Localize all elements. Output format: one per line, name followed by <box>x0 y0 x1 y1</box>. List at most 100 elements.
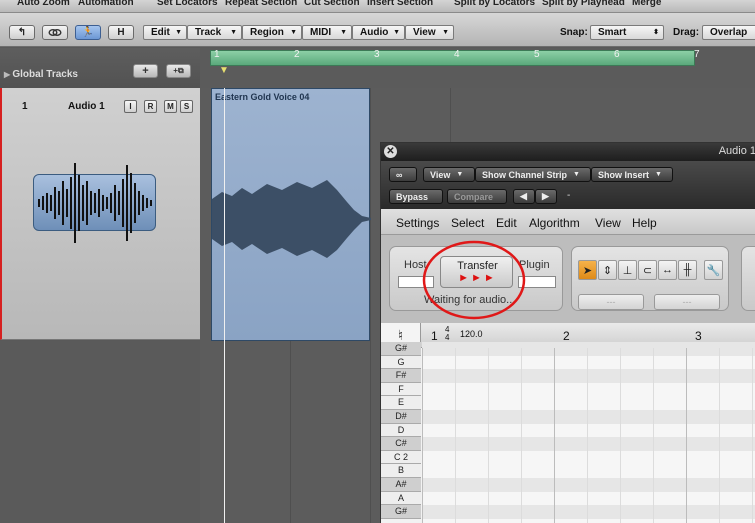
piano-keyboard[interactable]: G# G F# F E D# D C# C 2 B A# A G# <box>381 342 421 523</box>
separation-icon: ╫ <box>683 264 692 276</box>
key-f-sharp[interactable]: F# <box>381 369 421 383</box>
cycle-region[interactable] <box>210 50 695 66</box>
close-button[interactable]: ✕ <box>384 145 397 158</box>
add-track-button[interactable]: + <box>133 64 158 78</box>
global-tracks-header[interactable]: ▶ Global Tracks + +⧉ <box>0 48 200 88</box>
grid-row <box>422 437 755 451</box>
menu-select[interactable]: Select <box>451 216 484 230</box>
ruler-bar-6: 6 <box>614 49 620 60</box>
track-menu[interactable]: Track ▼ <box>187 25 242 40</box>
set-locators-command[interactable]: Set Locators <box>157 0 218 8</box>
menu-help[interactable]: Help <box>632 216 657 230</box>
track-name[interactable]: Audio 1 <box>68 101 105 112</box>
link-button[interactable] <box>42 25 68 40</box>
grid-row <box>422 505 755 519</box>
track-header-audio-1[interactable]: 1 Audio 1 I R M S <box>0 88 200 340</box>
menu-algorithm[interactable]: Algorithm <box>529 216 580 230</box>
amplitude-icon: ⊂ <box>642 264 653 277</box>
input-monitor-button[interactable]: I <box>124 100 137 113</box>
piano-roll-editor[interactable]: ♮ 1 44 120.0 2 3 G# G F# F E D# D C# C 2… <box>381 323 755 523</box>
key-d-sharp[interactable]: D# <box>381 410 421 424</box>
bar-ruler[interactable]: 1 2 3 4 5 6 7 ▼ <box>200 48 755 88</box>
timing-tool-button[interactable]: ↔ <box>658 260 677 280</box>
solo-button[interactable]: S <box>180 100 193 113</box>
snap-label: Snap: <box>560 27 588 38</box>
next-preset-button[interactable]: ▶ <box>535 189 557 204</box>
midi-menu[interactable]: MIDI ▼ <box>302 25 352 40</box>
key-g-sharp-upper[interactable]: G# <box>381 342 421 356</box>
automation-command[interactable]: Automation <box>78 0 134 8</box>
menu-edit[interactable]: Edit <box>496 216 517 230</box>
record-enable-button[interactable]: R <box>144 100 157 113</box>
note-value-field[interactable]: --- <box>654 294 720 310</box>
split-by-locators-command[interactable]: Split by Locators <box>454 0 535 8</box>
audio-region[interactable]: Eastern Gold Voice 04 <box>211 88 371 341</box>
playhead-line[interactable] <box>224 88 225 523</box>
playhead-marker-icon[interactable]: ▼ <box>219 65 229 76</box>
pitch-tool-button[interactable]: ⇕ <box>598 260 617 280</box>
menu-settings[interactable]: Settings <box>396 216 439 230</box>
link-icon <box>48 29 62 36</box>
key-g[interactable]: G <box>381 355 421 370</box>
drag-value: Overlap <box>710 27 748 38</box>
show-insert-button[interactable]: Show Insert ▼ <box>591 167 673 182</box>
drag-select[interactable]: Overlap <box>702 25 755 40</box>
separation-tool-button[interactable]: ╫ <box>678 260 697 280</box>
key-g-sharp-lower[interactable]: G# <box>381 505 421 519</box>
menu-view[interactable]: View <box>595 216 621 230</box>
repeat-section-command[interactable]: Repeat Section <box>225 0 297 8</box>
plugin-header-controls: ∞ View ▼ Show Channel Strip ▼ Show Insert ▼… <box>381 161 755 209</box>
dropdown-arrow-icon: ▼ <box>175 29 182 36</box>
ruler-bar-7: 7 <box>694 49 700 60</box>
back-arrow-button[interactable]: ↰ <box>9 25 35 40</box>
formant-tool-button[interactable]: ⊥ <box>618 260 637 280</box>
pitch-value-field[interactable]: --- <box>578 294 644 310</box>
auto-zoom-command[interactable]: Auto Zoom <box>17 0 70 8</box>
key-c2[interactable]: C 2 <box>381 450 421 465</box>
cut-section-command[interactable]: Cut Section <box>304 0 360 8</box>
track-menu-label: Track <box>195 27 222 38</box>
mute-button[interactable]: M <box>164 100 177 113</box>
key-e[interactable]: E <box>381 396 421 410</box>
audio-menu[interactable]: Audio ▼ <box>352 25 405 40</box>
key-d[interactable]: D <box>381 423 421 438</box>
region-menu[interactable]: Region ▼ <box>242 25 302 40</box>
catch-playhead-button[interactable]: 🏃 <box>75 25 101 40</box>
pointer-arrow-icon: ➤ <box>582 264 593 277</box>
link-button[interactable]: ∞ <box>389 167 417 182</box>
key-c-sharp[interactable]: C# <box>381 437 421 451</box>
waveform-icon <box>38 163 152 243</box>
snap-select[interactable]: Smart ⬍ <box>590 25 664 40</box>
running-man-icon: 🏃 <box>81 27 95 38</box>
key-a[interactable]: A <box>381 491 421 506</box>
key-a-sharp[interactable]: A# <box>381 478 421 492</box>
amplitude-tool-button[interactable]: ⊂ <box>638 260 657 280</box>
view-dropdown[interactable]: View ▼ <box>423 167 475 182</box>
previous-preset-button[interactable]: ◀ <box>513 189 535 204</box>
split-by-playhead-command[interactable]: Split by Playhead <box>542 0 625 8</box>
note-grid[interactable] <box>422 342 755 523</box>
compare-button[interactable]: Compare <box>447 189 507 204</box>
plugin-title-bar[interactable]: ✕ Audio 1 <box>381 143 755 161</box>
view-menu[interactable]: View ▼ <box>405 25 454 40</box>
editor-bar-1: 1 <box>431 329 438 343</box>
empty-track-area[interactable] <box>0 341 200 523</box>
merge-command[interactable]: Merge <box>632 0 661 8</box>
duplicate-track-button[interactable]: +⧉ <box>166 64 191 78</box>
main-tool-button[interactable]: ➤ <box>578 260 597 280</box>
track-number: 1 <box>22 101 28 112</box>
pitch-tool-icon: ⇕ <box>602 264 613 277</box>
show-channel-strip-button[interactable]: Show Channel Strip ▼ <box>475 167 591 182</box>
key-b[interactable]: B <box>381 464 421 478</box>
key-f[interactable]: F <box>381 382 421 397</box>
insert-section-command[interactable]: Insert Section <box>367 0 433 8</box>
bypass-button[interactable]: Bypass <box>389 189 443 204</box>
arrange-toolbar: ↰ 🏃 H Edit ▼ Track ▼ Region ▼ MIDI ▼ Audio ▼ … <box>0 13 755 47</box>
dropdown-arrow-icon: ▼ <box>573 171 580 178</box>
settings-tool-button[interactable]: 🔧 <box>704 260 723 280</box>
extra-panel <box>741 246 755 311</box>
ruler-bar-5: 5 <box>534 49 540 60</box>
edit-menu[interactable]: Edit ▼ <box>143 25 187 40</box>
preset-name[interactable]: - <box>567 190 570 201</box>
hide-button[interactable]: H <box>108 25 134 40</box>
